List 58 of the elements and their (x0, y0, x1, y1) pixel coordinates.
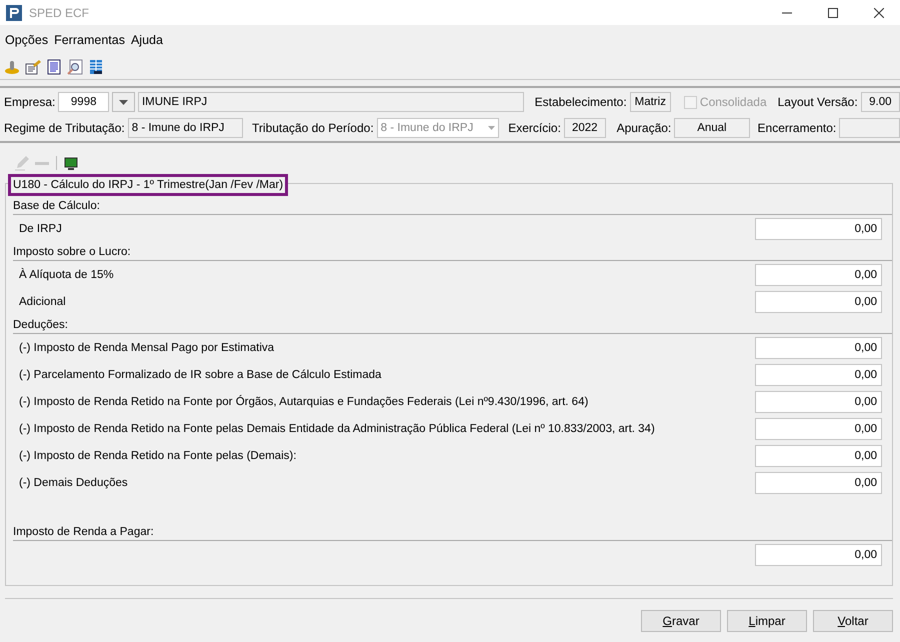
amount-field[interactable]: 0,00 (755, 264, 882, 286)
amount-field[interactable]: 0,00 (755, 444, 882, 466)
tax-regime-field: 8 - Imune do IRPJ (128, 118, 244, 138)
fiscal-year-field: 2022 (564, 118, 606, 138)
amount-field[interactable]: 0,00 (755, 364, 882, 386)
field-label: Exercício: (508, 121, 561, 135)
app-logo-icon (6, 4, 22, 20)
dropdown-button[interactable] (112, 92, 135, 112)
field-label: Tributação do Período: (252, 121, 374, 135)
menu-item[interactable]: Opções (5, 33, 48, 47)
field-label: Regime de Tributação: (4, 121, 125, 135)
action-button[interactable]: Limpar (727, 610, 807, 632)
field-label: Empresa: (4, 95, 56, 109)
preview-icon[interactable] (67, 59, 83, 75)
company-code-field[interactable]: 9998 (58, 92, 110, 112)
field-label: (-) Imposto de Renda Retido na Fonte por Órgãos, Autarquias e Fundações Federais (Lei nº9.430/1996, art. 64) (19, 396, 588, 408)
assessment-field: Anual (674, 118, 750, 138)
field-label: (-) Imposto de Renda Retido na Fonte pelas (Demais): (19, 450, 296, 462)
menu-item[interactable]: Ajuda (130, 33, 163, 47)
section-heading: Imposto sobre o Lucro: (13, 246, 892, 261)
layout-version-field: 9.00 (860, 92, 900, 112)
amount-field[interactable]: 0,00 (755, 336, 882, 358)
section-heading: Imposto de Renda a Pagar: (13, 526, 892, 541)
amount-field[interactable]: 0,00 (755, 290, 882, 312)
checkbox-label: Consolidada (700, 95, 767, 109)
section-heading: Deduções: (13, 319, 892, 334)
field-label: Estabelecimento: (534, 95, 627, 109)
caret-icon (488, 126, 496, 130)
amount-field[interactable]: 0,00 (755, 472, 882, 494)
action-button[interactable]: Voltar (813, 610, 893, 632)
menu-item[interactable]: Ferramentas (54, 33, 125, 47)
grid-icon[interactable] (88, 59, 104, 75)
action-button[interactable]: Gravar (641, 610, 721, 632)
establishment-field: Matriz (630, 92, 671, 112)
field-label: (-) Imposto de Renda Retido na Fonte pelas Demais Entidade da Administração Pública Federal (Lei nº 10.833/2003, art. 34) (19, 422, 655, 434)
amount-field[interactable]: 0,00 (755, 544, 882, 566)
amount-field[interactable]: 0,00 (755, 418, 882, 440)
close-icon[interactable] (874, 8, 884, 18)
caret-icon (119, 100, 128, 104)
section-heading: Base de Cálculo: (13, 200, 892, 215)
field-label: (-) Parcelamento Formalizado de IR sobre a Base de Cálculo Estimada (19, 368, 382, 380)
field-label: (-) Imposto de Renda Mensal Pago por Estimativa (19, 342, 274, 354)
section-title: U180 - Cálculo do IRPJ - 1º Trimestre(Jan /Fev /Mar) (8, 174, 288, 196)
field-label: Encerramento: (758, 121, 836, 135)
field-label: À Alíquota de 15% (19, 268, 114, 280)
maximize-icon[interactable] (828, 8, 838, 18)
document-icon[interactable] (46, 59, 62, 75)
field-label: (-) Demais Deduções (19, 476, 128, 488)
window-title: SPED ECF (29, 6, 90, 20)
amount-field[interactable]: 0,00 (755, 390, 882, 412)
amount-field[interactable]: 0,00 (755, 218, 882, 240)
monitor-icon[interactable] (63, 155, 79, 171)
form-icon[interactable] (25, 59, 41, 75)
company-name-field: IMUNE IRPJ (138, 92, 524, 112)
field-label: Adicional (19, 296, 66, 308)
field-label: Layout Versão: (778, 95, 858, 109)
field-label: Apuração: (616, 121, 672, 135)
field-label: De IRPJ (19, 222, 62, 234)
